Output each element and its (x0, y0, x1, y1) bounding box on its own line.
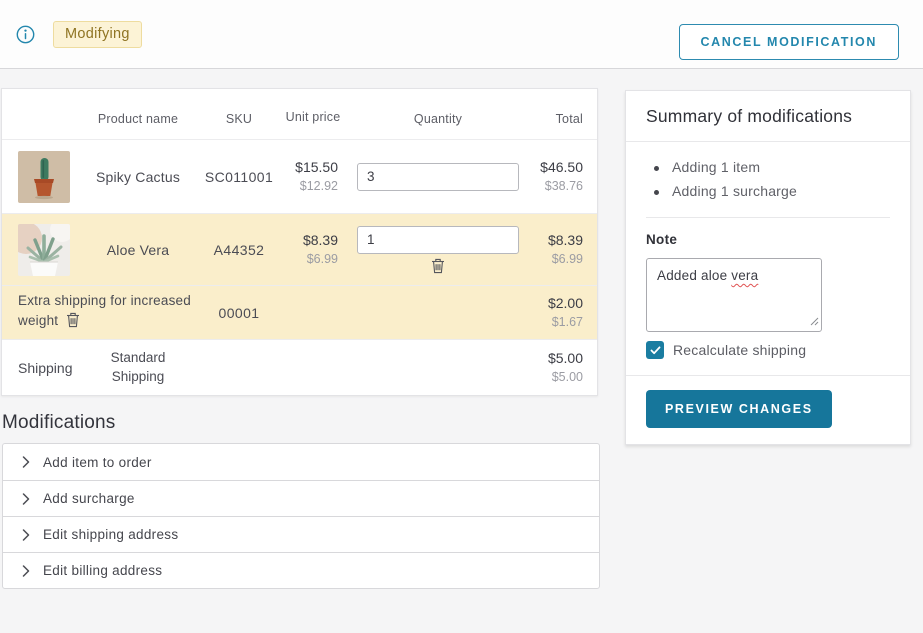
column-header-quantity: Quantity (346, 112, 530, 139)
surcharge-total-secondary: $1.67 (530, 314, 583, 332)
chevron-right-icon (22, 493, 30, 505)
shipping-row-label: Shipping (2, 360, 78, 376)
note-textarea[interactable]: Added aloe vera (646, 258, 822, 332)
accordion-label: Add item to order (43, 455, 152, 470)
surcharge-label: Extra shipping for increased weight (18, 293, 191, 328)
surcharge-total: $2.00 (530, 294, 583, 314)
product-name: Aloe Vera (78, 242, 198, 258)
accordion-edit-shipping-address[interactable]: Edit shipping address (3, 516, 599, 552)
recalculate-shipping-label: Recalculate shipping (673, 342, 806, 358)
info-icon[interactable] (16, 25, 35, 44)
summary-of-modifications-card: Summary of modifications Adding 1 item A… (625, 90, 911, 445)
unit-price-secondary: $12.92 (280, 178, 338, 196)
accordion-edit-billing-address[interactable]: Edit billing address (3, 552, 599, 588)
top-bar: Modifying CANCEL MODIFICATION (0, 0, 923, 69)
row-total-secondary: $6.99 (530, 251, 583, 269)
summary-item: Adding 1 surcharge (652, 179, 890, 203)
product-name: Spiky Cactus (78, 169, 198, 185)
shipping-total: $5.00 (530, 349, 583, 369)
column-header-total: Total (530, 112, 599, 139)
aloe-vera-image (18, 224, 70, 276)
product-sku: A44352 (198, 242, 280, 258)
textarea-resize-handle-icon[interactable] (810, 314, 819, 329)
unit-price-secondary: $6.99 (280, 251, 338, 269)
delete-surcharge-trash-icon[interactable] (66, 312, 80, 334)
accordion-add-surcharge[interactable]: Add surcharge (3, 480, 599, 516)
row-total: $8.39 (530, 231, 583, 251)
delete-item-trash-icon[interactable] (431, 258, 445, 274)
quantity-input[interactable] (357, 163, 519, 191)
preview-changes-button[interactable]: PREVIEW CHANGES (646, 390, 832, 428)
table-row: Spiky Cactus SC011001 $15.50 $12.92 $46.… (2, 139, 597, 213)
header-image-spacer (2, 126, 78, 139)
accordion-add-item-to-order[interactable]: Add item to order (3, 444, 599, 480)
chevron-right-icon (22, 565, 30, 577)
chevron-right-icon (22, 529, 30, 541)
chevron-right-icon (22, 456, 30, 468)
modifications-accordion: Add item to order Add surcharge Edit shi… (2, 443, 600, 589)
unit-price: $15.50 (280, 158, 338, 178)
status-badge: Modifying (53, 21, 142, 48)
column-header-product-name: Product name (78, 112, 198, 139)
note-text: Added aloe (657, 268, 731, 283)
table-header-row: Product name SKU Unit price Quantity Tot… (2, 89, 597, 139)
summary-list: Adding 1 item Adding 1 surcharge (646, 142, 890, 218)
accordion-label: Add surcharge (43, 491, 135, 506)
accordion-label: Edit shipping address (43, 527, 178, 542)
recalculate-shipping-checkbox[interactable]: Recalculate shipping (646, 341, 890, 359)
row-total: $46.50 (530, 158, 583, 178)
modifications-title: Modifications (2, 412, 115, 434)
summary-item: Adding 1 item (652, 155, 890, 179)
note-misspelled-word: vera (731, 268, 758, 283)
quantity-input[interactable] (357, 226, 519, 254)
shipping-method: Standard Shipping (98, 349, 178, 387)
checkbox-checked-icon[interactable] (646, 341, 664, 359)
spiky-cactus-image (18, 151, 70, 203)
table-row-shipping: Shipping Standard Shipping $5.00 $5.00 (2, 339, 597, 395)
summary-title: Summary of modifications (646, 106, 890, 127)
row-total-secondary: $38.76 (530, 178, 583, 196)
column-header-unit-price: Unit price (280, 109, 346, 139)
product-sku: SC011001 (198, 169, 280, 185)
table-row-surcharge: Extra shipping for increased weight 0000… (2, 285, 597, 339)
table-row-added-item: Aloe Vera A44352 $8.39 $6.99 $8.39 $6.99 (2, 213, 597, 285)
order-items-card: Product name SKU Unit price Quantity Tot… (1, 88, 598, 396)
accordion-label: Edit billing address (43, 563, 162, 578)
cancel-modification-button[interactable]: CANCEL MODIFICATION (679, 24, 899, 60)
surcharge-sku: 00001 (198, 305, 280, 321)
unit-price: $8.39 (280, 231, 338, 251)
column-header-sku: SKU (198, 112, 280, 139)
note-label: Note (646, 232, 890, 247)
shipping-total-secondary: $5.00 (530, 369, 583, 387)
